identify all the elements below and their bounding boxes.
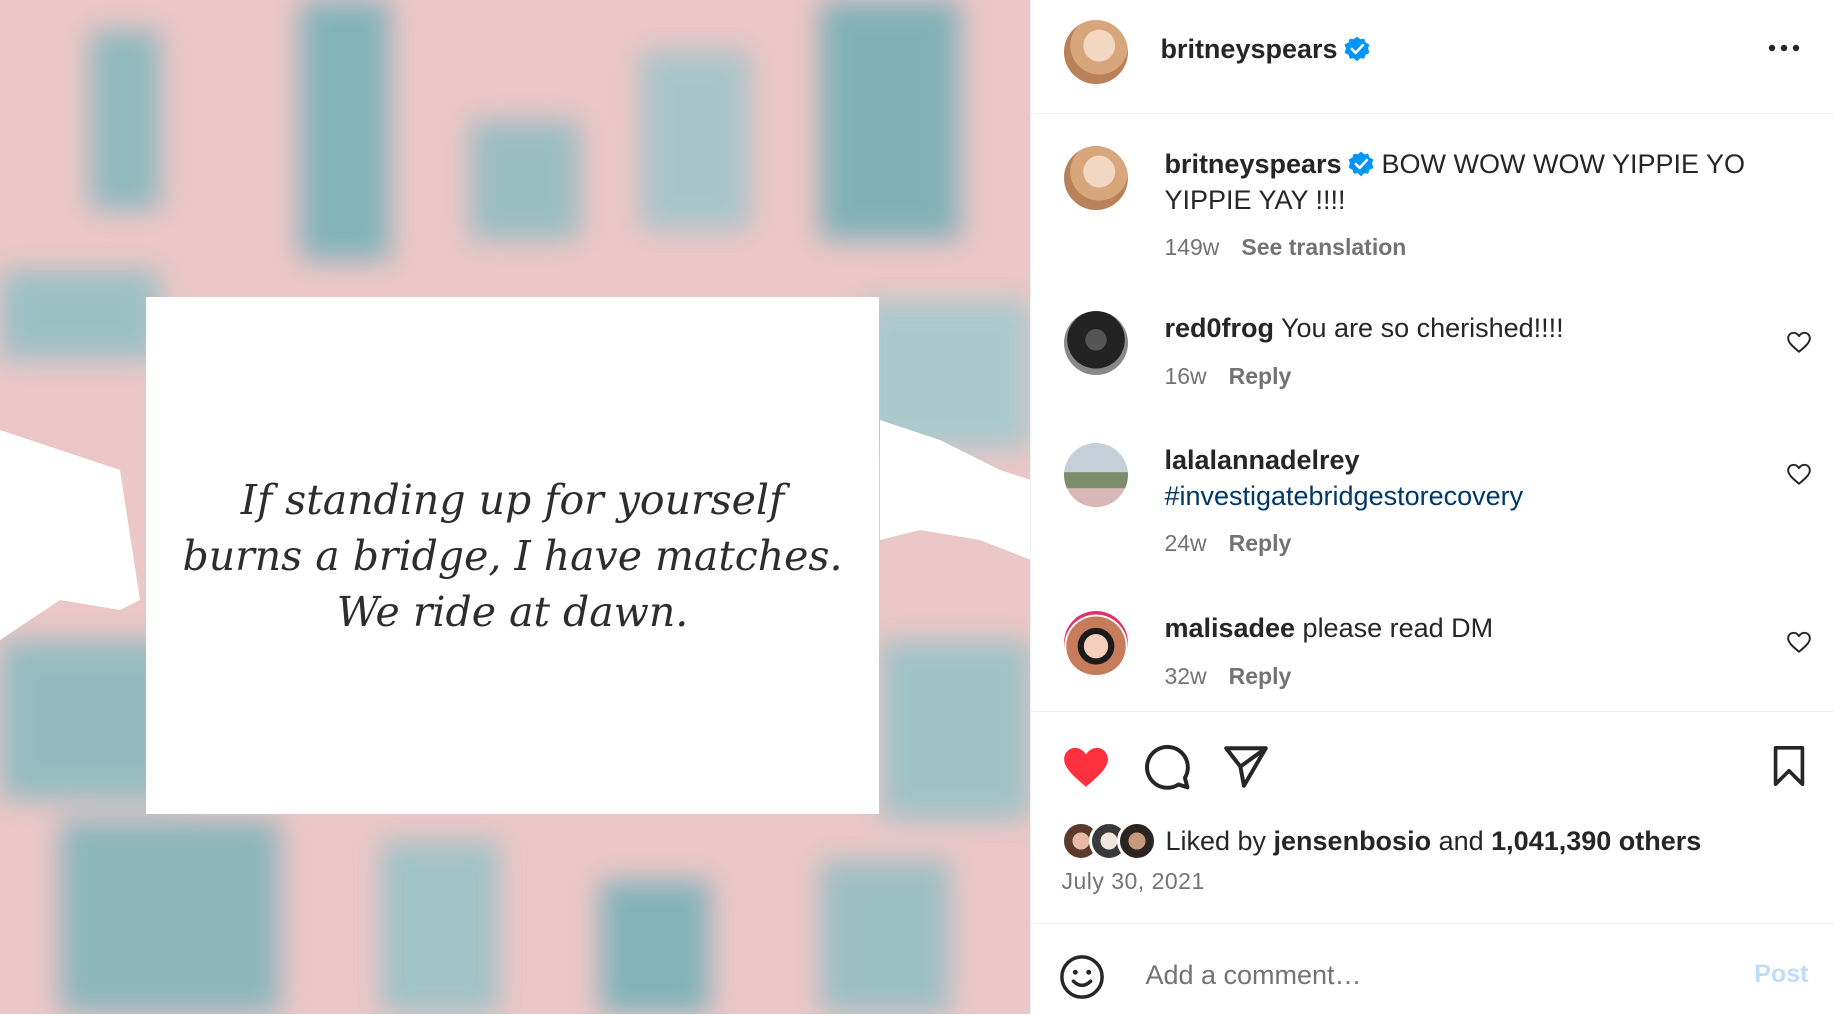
caption-age[interactable]: 149w [1164,234,1219,260]
comment-username[interactable]: malisadee [1164,613,1295,643]
verified-badge-icon [1348,151,1373,177]
comment-age[interactable]: 16w [1164,363,1206,389]
hashtag-link[interactable]: #investigatebridgestorecovery [1164,481,1523,511]
comment: red0frog You are so cherished!!!! [1164,310,1754,346]
comment-avatar[interactable] [1064,611,1129,675]
likes-summary: Liked by jensenbosio and 1,041,390 other… [1061,821,1701,861]
reply-button[interactable]: Reply [1229,363,1292,389]
see-translation-button[interactable]: See translation [1241,234,1406,260]
quote-line: We ride at dawn. [336,587,689,636]
save-bookmark-icon[interactable] [1766,742,1812,790]
author-username-row: britneyspears [1160,34,1369,65]
post-date[interactable]: July 30, 2021 [1061,868,1204,895]
reply-button[interactable]: Reply [1229,663,1292,689]
comment-like-icon[interactable] [1786,629,1812,655]
liker-avatar[interactable] [1117,821,1158,861]
post-header: britneyspears [1031,0,1834,114]
comment-age[interactable]: 32w [1164,663,1206,689]
caption-avatar[interactable] [1064,146,1129,210]
post-image[interactable]: If standing up for yourself burns a brid… [0,0,1031,1014]
comment-avatar[interactable] [1064,443,1129,507]
quote-line: If standing up for yourself [240,475,785,524]
verified-badge-icon [1344,36,1369,62]
post-view: If standing up for yourself burns a brid… [0,0,1834,1014]
comment-meta: 24w Reply [1164,530,1291,557]
comment: lalalannadelrey #investigatebridgestorec… [1164,442,1754,514]
reply-button[interactable]: Reply [1229,530,1292,556]
caption-meta: 149w See translation [1164,234,1406,261]
comment-input[interactable] [1143,946,1728,1004]
comment-age[interactable]: 24w [1164,530,1206,556]
comment-like-icon[interactable] [1786,461,1812,487]
quote-card: If standing up for yourself burns a brid… [146,297,879,814]
quote-line: burns a bridge, I have matches. [182,531,843,580]
liker-username[interactable]: jensenbosio [1274,826,1432,857]
share-icon[interactable] [1221,742,1271,792]
likes-others-link[interactable]: 1,041,390 others [1491,826,1701,857]
comment-username[interactable]: red0frog [1164,313,1274,343]
caption-username[interactable]: britneyspears [1164,149,1341,179]
comment-meta: 32w Reply [1164,663,1291,690]
post-button[interactable]: Post [1754,960,1808,989]
quote-text: If standing up for yourself burns a brid… [146,472,879,640]
more-options-icon[interactable] [1767,38,1801,58]
liked-by-label: Liked by [1165,825,1267,856]
comment: malisadee please read DM [1164,610,1754,646]
comment-meta: 16w Reply [1164,363,1291,390]
comment-like-icon[interactable] [1786,329,1812,355]
comment-avatar[interactable] [1064,311,1129,375]
author-avatar[interactable] [1064,20,1129,84]
like-heart-icon[interactable] [1061,742,1111,792]
comment-text: please read DM [1302,613,1494,643]
caption: britneyspears BOW WOW WOW YIPPIE YO YIPP… [1164,146,1794,218]
comment-icon[interactable] [1142,742,1192,792]
post-sidebar: britneyspears britneyspears BOW WOW WOW … [1030,0,1834,1014]
emoji-icon[interactable] [1059,954,1105,1000]
likes-and: and [1438,825,1484,856]
author-username[interactable]: britneyspears [1160,34,1337,64]
comment-text: You are so cherished!!!! [1280,313,1564,343]
add-comment-bar: Post [1031,923,1834,1015]
comment-username[interactable]: lalalannadelrey [1164,445,1359,475]
comments-list[interactable]: britneyspears BOW WOW WOW YIPPIE YO YIPP… [1031,114,1834,710]
action-bar: Liked by jensenbosio and 1,041,390 other… [1031,711,1834,912]
